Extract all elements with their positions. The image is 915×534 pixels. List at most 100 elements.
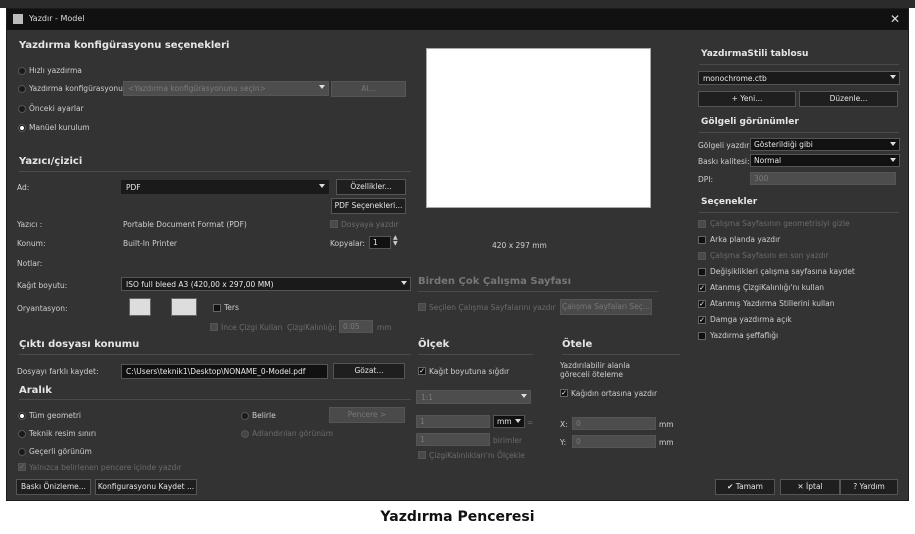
option-checkbox[interactable]: ✓ bbox=[698, 284, 706, 292]
thin-lines-checkbox[interactable] bbox=[210, 323, 218, 331]
top-strip bbox=[0, 0, 915, 8]
named-view-radio[interactable] bbox=[241, 430, 249, 438]
printer-config-label: Yazdırma konfigürasyonu: bbox=[29, 84, 126, 93]
previous-settings-radio[interactable] bbox=[18, 105, 26, 113]
chevron-down-icon bbox=[890, 75, 896, 79]
scale-value-1-input[interactable]: 1 bbox=[416, 415, 490, 428]
center-plot-checkbox[interactable]: ✓ bbox=[560, 389, 568, 397]
scale-ratio-value: 1:1 bbox=[421, 393, 434, 402]
option-label: Çalışma Sayfasını en son yazdır bbox=[710, 251, 829, 260]
new-style-button[interactable]: + Yeni... bbox=[698, 91, 796, 107]
scale-unit-select[interactable]: mm bbox=[493, 415, 525, 428]
print-selected-sheets-checkbox[interactable] bbox=[418, 303, 426, 311]
printer-label: Yazıcı : bbox=[17, 220, 43, 229]
pdf-options-button[interactable]: PDF Seçenekleri... bbox=[331, 198, 406, 214]
x-offset-input[interactable]: 0 bbox=[572, 417, 656, 430]
printer-name-value: PDF bbox=[126, 183, 141, 192]
output-path-input[interactable]: C:\Users\teknik1\Desktop\NONAME_0-Model.… bbox=[121, 364, 328, 379]
lineweight-input[interactable]: 0.05 bbox=[339, 320, 373, 333]
name-label: Ad: bbox=[17, 183, 30, 192]
x-offset-unit: mm bbox=[659, 420, 674, 429]
ok-button[interactable]: ✔ Tamam bbox=[715, 479, 775, 495]
select-sheets-button[interactable]: Çalışma Sayfaları Seç... bbox=[560, 299, 652, 315]
portrait-orientation-icon[interactable] bbox=[129, 298, 151, 316]
chevron-down-icon bbox=[319, 184, 325, 188]
chevron-down-icon bbox=[890, 158, 896, 162]
paper-size-label: Kağıt boyutu: bbox=[17, 281, 68, 290]
divider bbox=[19, 354, 411, 355]
chevron-down-icon bbox=[890, 142, 896, 146]
technical-border-label: Teknik resim sınırı bbox=[29, 429, 97, 438]
browse-button[interactable]: Gözat... bbox=[333, 363, 405, 379]
help-button[interactable]: ? Yardım bbox=[840, 479, 898, 495]
dpi-input[interactable]: 300 bbox=[750, 172, 896, 185]
close-icon[interactable]: ✕ bbox=[890, 12, 900, 26]
offset-heading: Ötele bbox=[562, 339, 593, 350]
option-label: Çalışma Sayfasının geometrisiyi gizle bbox=[710, 219, 850, 228]
option-checkbox[interactable] bbox=[698, 332, 706, 340]
option-checkbox[interactable] bbox=[698, 220, 706, 228]
print-preview-button[interactable]: Baskı Önizleme... bbox=[16, 479, 91, 495]
scale-ratio-select[interactable]: 1:1 bbox=[416, 390, 531, 404]
option-checkbox[interactable] bbox=[698, 268, 706, 276]
previous-settings-label: Önceki ayarlar bbox=[29, 104, 84, 113]
paper-size-select[interactable]: ISO full bleed A3 (420,00 x 297,00 MM) bbox=[121, 277, 411, 291]
lineweight-label: ÇizgiKalınlığı: bbox=[287, 323, 337, 332]
option-checkbox[interactable] bbox=[698, 236, 706, 244]
print-to-file-checkbox[interactable] bbox=[330, 220, 338, 228]
reverse-checkbox[interactable] bbox=[213, 304, 221, 312]
fit-to-paper-checkbox[interactable]: ✓ bbox=[418, 367, 426, 375]
landscape-orientation-icon[interactable] bbox=[171, 298, 197, 316]
options-heading: Seçenekler bbox=[701, 197, 758, 207]
scale-heading: Ölçek bbox=[418, 339, 450, 350]
paper-size-value: ISO full bleed A3 (420,00 x 297,00 MM) bbox=[126, 280, 274, 289]
option-label: Atanmış ÇizgiKalınlığı'nı kullan bbox=[710, 283, 825, 292]
printer-config-placeholder: <Yazdırma konfigürasyonunu seçin> bbox=[128, 84, 266, 93]
range-heading: Aralık bbox=[19, 385, 52, 396]
y-offset-input[interactable]: 0 bbox=[572, 435, 656, 448]
selected-radio[interactable] bbox=[241, 412, 249, 420]
scale-lineweights-checkbox[interactable] bbox=[418, 451, 426, 459]
technical-border-radio[interactable] bbox=[18, 430, 26, 438]
copies-stepper[interactable]: ▲ ▼ bbox=[393, 235, 398, 247]
manual-setup-radio[interactable] bbox=[18, 124, 26, 132]
printer-name-select[interactable]: PDF bbox=[121, 180, 329, 194]
all-geometry-radio[interactable] bbox=[18, 412, 26, 420]
window-select-button[interactable]: Pencere > bbox=[329, 407, 405, 423]
divider bbox=[699, 212, 899, 213]
option-label: Yazdırma şeffaflığı bbox=[710, 331, 779, 340]
printer-value: Portable Document Format (PDF) bbox=[123, 220, 247, 229]
plot-style-select[interactable]: monochrome.ctb bbox=[698, 71, 900, 85]
quick-print-radio[interactable] bbox=[18, 67, 26, 75]
save-config-button[interactable]: Konfigurasyonu Kaydet ... bbox=[95, 479, 197, 495]
chevron-down-icon bbox=[515, 419, 521, 423]
only-in-window-label: Yalnızca belirlenen pencere içinde yazdı… bbox=[29, 463, 182, 472]
y-offset-label: Y: bbox=[560, 438, 567, 447]
current-view-radio[interactable] bbox=[18, 448, 26, 456]
only-in-window-checkbox[interactable]: ✓ bbox=[18, 463, 26, 471]
option-label: Değişiklikleri çalışma sayfasına kaydet bbox=[710, 267, 855, 276]
title-bar: Yazdır - Model ✕ bbox=[7, 9, 908, 30]
plot-style-heading: YazdırmaStili tablosu bbox=[701, 49, 809, 59]
quality-label: Baskı kalitesi: bbox=[698, 157, 750, 166]
multi-sheet-heading: Birden Çok Çalışma Sayfası bbox=[418, 276, 572, 287]
copies-input[interactable]: 1 bbox=[369, 236, 391, 249]
printer-config-radio[interactable] bbox=[18, 85, 26, 93]
location-label: Konum: bbox=[17, 239, 46, 248]
edit-style-button[interactable]: Düzenle... bbox=[799, 91, 898, 107]
app-icon bbox=[13, 14, 23, 24]
orientation-label: Oryantasyon: bbox=[17, 304, 68, 313]
all-geometry-label: Tüm geometri bbox=[29, 411, 81, 420]
option-checkbox[interactable] bbox=[698, 252, 706, 260]
quality-select[interactable]: Normal bbox=[750, 154, 900, 167]
properties-button[interactable]: Özellikler... bbox=[336, 179, 406, 195]
shade-plot-select[interactable]: Gösterildiği gibi bbox=[750, 138, 900, 151]
lineweight-unit: mm bbox=[377, 323, 392, 332]
scale-value-2-input[interactable]: 1 bbox=[416, 433, 490, 446]
option-checkbox[interactable]: ✓ bbox=[698, 300, 706, 308]
printer-config-select[interactable]: <Yazdırma konfigürasyonunu seçin> bbox=[123, 81, 329, 96]
cancel-button[interactable]: ✕ İptal bbox=[780, 479, 840, 495]
option-checkbox[interactable]: ✓ bbox=[698, 316, 706, 324]
current-view-label: Geçerli görünüm bbox=[29, 447, 92, 456]
add-config-button[interactable]: Al... bbox=[331, 81, 406, 97]
